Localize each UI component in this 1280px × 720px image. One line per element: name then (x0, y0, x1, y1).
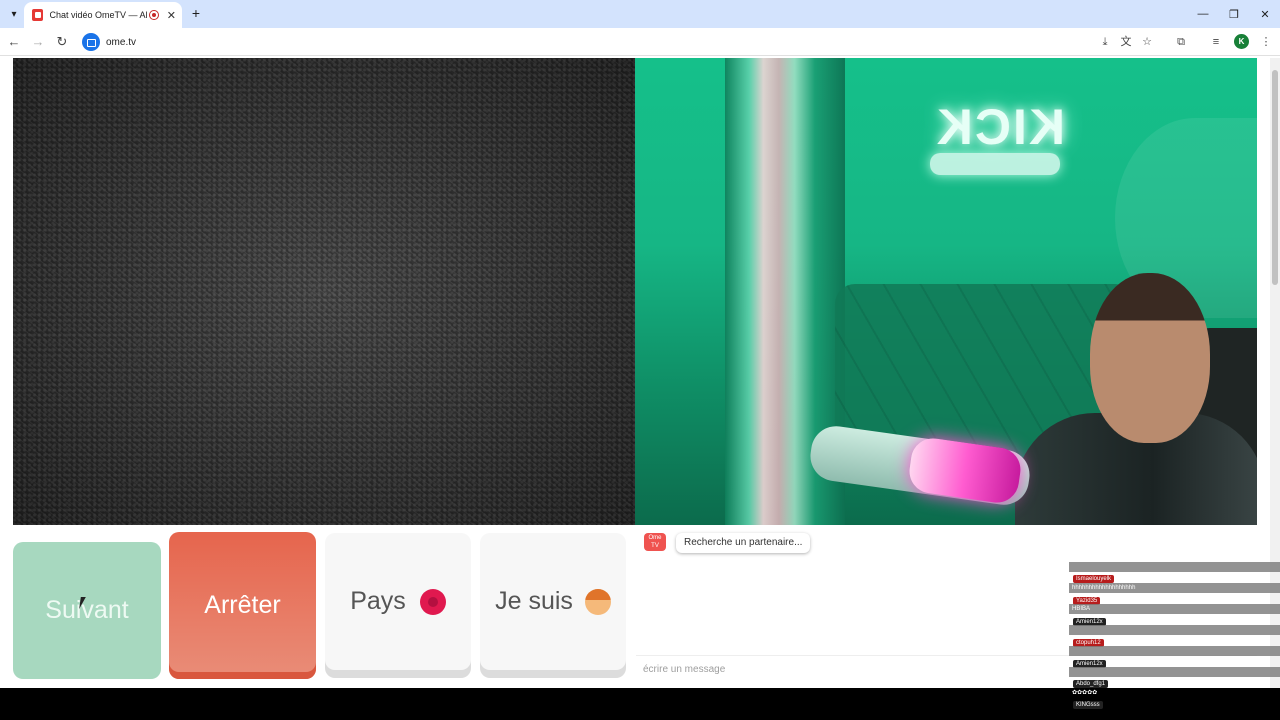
new-tab-button[interactable]: + (187, 4, 205, 22)
overlay-row: hhhhhhhhhhhhhhhhhhh (1069, 583, 1280, 593)
chevron-down-icon: ▾ (11, 8, 17, 20)
country-flag-icon (419, 588, 446, 615)
neon-sign-bar (930, 153, 1060, 175)
bookmark-star-icon[interactable]: ☆ (1139, 34, 1155, 50)
overlay-row (1069, 667, 1280, 677)
gender-button[interactable]: Je suis (480, 533, 626, 670)
ometv-favicon-icon (32, 9, 44, 21)
overlay-user: Abdo_dfg1 (1073, 680, 1109, 688)
translate-icon[interactable]: 文 (1118, 34, 1134, 50)
next-button[interactable]: Suivant (13, 542, 161, 679)
mouse-cursor-icon (79, 597, 91, 609)
boy-icon (584, 588, 611, 615)
overlay-row (1069, 562, 1280, 572)
gender-label: Je suis (495, 587, 573, 615)
tab-search-button[interactable]: ▾ (4, 4, 24, 24)
minimize-button[interactable]: — (1187, 0, 1219, 28)
browser-toolbar: ← → ↻ ome.tv ⤓ 文 ☆ ⧉ ≡ K ⋮ (0, 28, 1280, 56)
person-head (1090, 273, 1210, 443)
overlay-message: hhhhhhhhhhhhhhhhhhh (1072, 585, 1136, 591)
browser-window: ▾ Chat vidéo OmeTV — Alter ✕ + — ❐ ✕ ← →… (0, 0, 1280, 720)
partner-video (13, 58, 635, 525)
overlay-user: Ismaelouyelk (1073, 575, 1115, 583)
stop-label: Arrêter (204, 591, 281, 619)
browser-menu-icon[interactable]: ⋮ (1258, 34, 1274, 50)
forward-button[interactable]: → (28, 32, 48, 52)
self-video: KICK (635, 58, 1257, 525)
overlay-row (1069, 625, 1280, 635)
extensions-icon[interactable]: ⧉ (1173, 34, 1189, 50)
tab-strip: ▾ Chat vidéo OmeTV — Alter ✕ + — ❐ ✕ (0, 0, 1280, 28)
overlay-row: HBIBA (1069, 604, 1280, 614)
recording-icon (149, 10, 159, 20)
close-window-button[interactable]: ✕ (1249, 0, 1280, 28)
media-controls-icon[interactable]: ≡ (1208, 34, 1224, 50)
overlay-row (1069, 646, 1280, 656)
site-info-icon[interactable] (82, 33, 100, 51)
profile-avatar[interactable]: K (1234, 34, 1249, 49)
scroll-thumb[interactable] (1272, 70, 1278, 285)
stop-button[interactable]: Arrêter (169, 532, 316, 679)
status-message: Recherche un partenaire... (676, 533, 811, 553)
install-app-icon[interactable]: ⤓ (1097, 34, 1113, 50)
overlay-message: HBIBA (1072, 606, 1091, 612)
close-tab-button[interactable]: ✕ (167, 9, 176, 22)
back-button[interactable]: ← (4, 32, 24, 52)
country-button[interactable]: Pays (325, 533, 471, 670)
reload-button[interactable]: ↻ (52, 32, 72, 52)
ometv-logo: Ome TV (644, 533, 666, 551)
tab-ometv[interactable]: Chat vidéo OmeTV — Alter ✕ (24, 2, 182, 28)
restore-button[interactable]: ❐ (1218, 0, 1250, 28)
overlay-user: KINGsss (1073, 701, 1103, 709)
tab-title: Chat vidéo OmeTV — Alter (49, 10, 148, 20)
overlay-message: ✿✿✿✿✿ (1072, 690, 1098, 696)
address-bar[interactable]: ome.tv (80, 31, 1088, 53)
country-label: Pays (350, 587, 406, 615)
url-text: ome.tv (106, 36, 137, 48)
stream-chat-overlay: Ismaelouyelk hhhhhhhhhhhhhhhhhhh Yazid35… (1069, 562, 1280, 720)
